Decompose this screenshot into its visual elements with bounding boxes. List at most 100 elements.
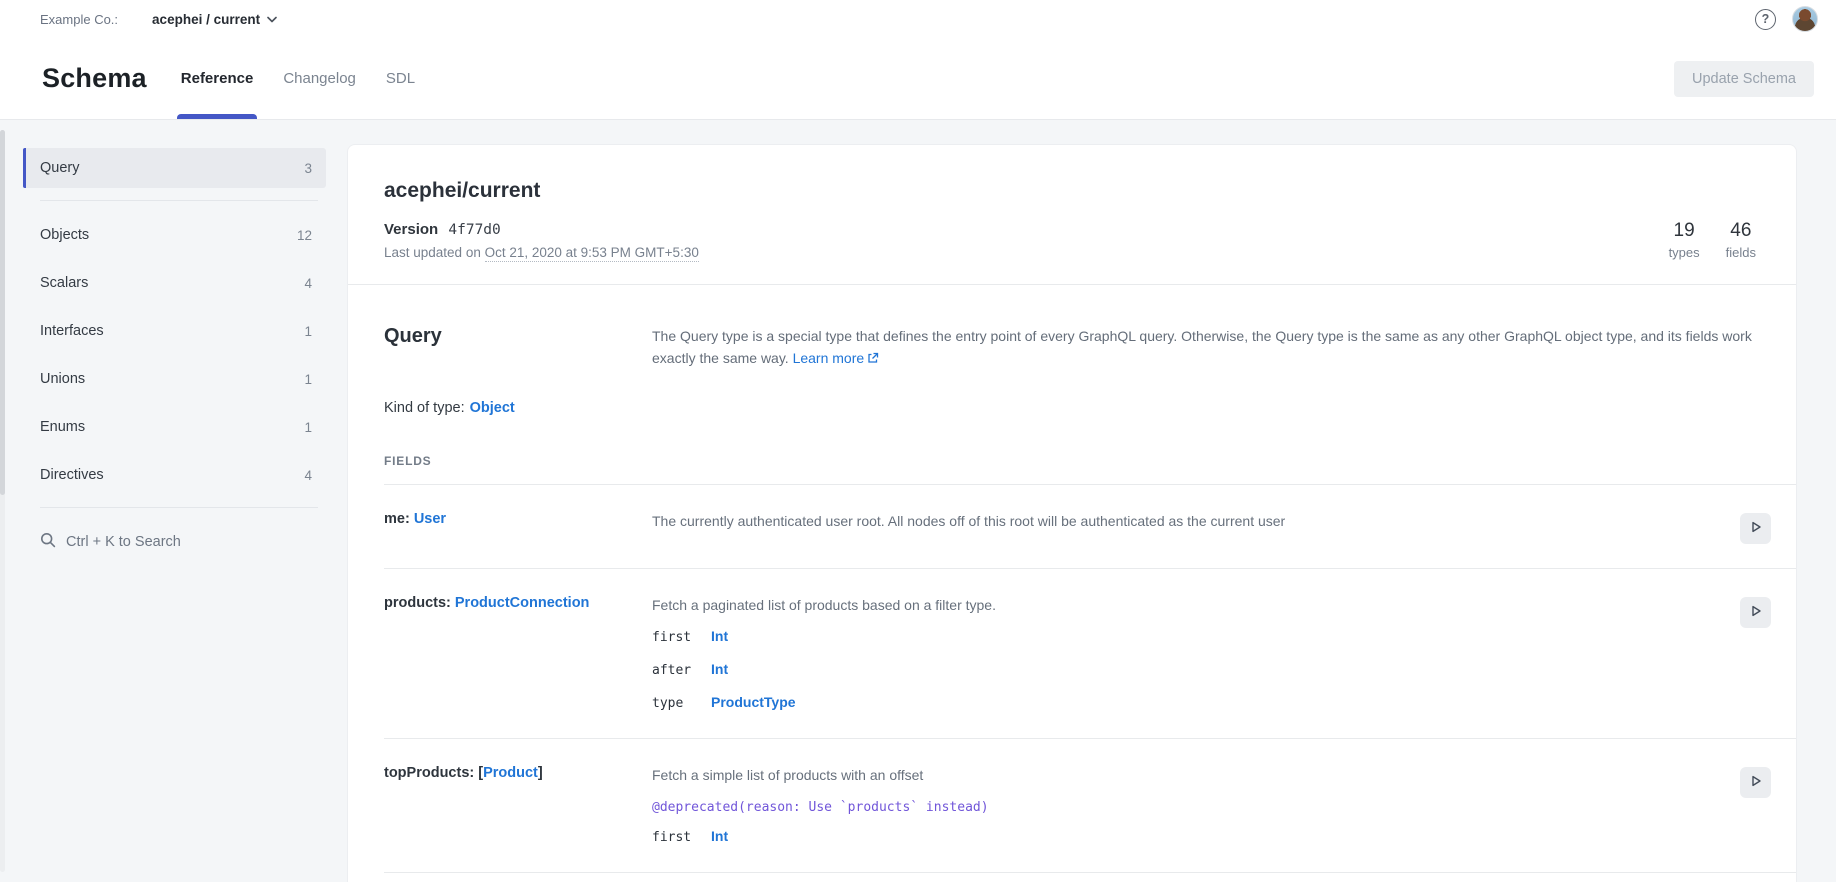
stat-fields: 46 fields: [1726, 220, 1756, 260]
schema-stats: 19 types 46 fields: [1669, 220, 1756, 260]
play-icon: [1749, 520, 1763, 537]
last-updated-line: Last updated on Oct 21, 2020 at 9:53 PM …: [384, 245, 699, 260]
field-description: The currently authenticated user root. A…: [652, 511, 1740, 531]
nav-item-label: Interfaces: [40, 323, 104, 339]
arg-row: type ProductType: [652, 694, 1740, 714]
schema-tabs: Reference Changelog SDL: [181, 38, 415, 119]
chevron-down-icon: [267, 10, 277, 28]
tab-changelog[interactable]: Changelog: [283, 38, 356, 119]
graph-title: acephei/current: [384, 179, 699, 203]
graph-picker-value: acephei / current: [152, 12, 260, 27]
top-bar: Example Co.: acephei / current ?: [0, 0, 1836, 38]
nav-item-count: 1: [304, 372, 312, 387]
stat-value: 46: [1726, 220, 1756, 242]
tab-sdl[interactable]: SDL: [386, 38, 415, 119]
field-type-link[interactable]: Product: [483, 765, 538, 781]
page-header: Schema Reference Changelog SDL Update Sc…: [0, 38, 1836, 120]
field-row-topproducts: topProducts: [Product] Fetch a simple li…: [384, 738, 1796, 872]
org-label: Example Co.:: [40, 12, 118, 27]
sidebar-item-query[interactable]: Query 3: [23, 148, 326, 188]
nav-item-count: 1: [304, 324, 312, 339]
tab-reference[interactable]: Reference: [181, 38, 254, 119]
type-nav-sidebar: Query 3 Objects 12 Scalars 4 Interfaces …: [23, 120, 326, 882]
field-args: first Int: [652, 828, 1740, 848]
sidebar-item-directives[interactable]: Directives 4: [23, 451, 326, 499]
arg-type-link[interactable]: ProductType: [711, 694, 796, 710]
graph-summary-header: acephei/current Version 4f77d0 Last upda…: [348, 145, 1796, 284]
learn-more-link[interactable]: Learn more: [793, 350, 865, 366]
nav-item-label: Scalars: [40, 275, 88, 291]
arg-name: after: [652, 663, 711, 678]
content-area: Query 3 Objects 12 Scalars 4 Interfaces …: [0, 120, 1836, 882]
kind-label: Kind of type:: [384, 400, 465, 416]
version-hash: 4f77d0: [448, 222, 500, 238]
schema-reference-card: acephei/current Version 4f77d0 Last upda…: [347, 144, 1797, 882]
last-updated-prefix: Last updated on: [384, 245, 485, 260]
run-query-button[interactable]: [1740, 513, 1771, 544]
sidebar-item-enums[interactable]: Enums 1: [23, 403, 326, 451]
arg-row: after Int: [652, 661, 1740, 681]
field-signature: products: ProductConnection: [384, 595, 652, 714]
field-description: Fetch a paginated list of products based…: [652, 595, 1740, 615]
field-row-me: me: User The currently authenticated use…: [384, 484, 1796, 568]
stat-value: 19: [1669, 220, 1700, 242]
arg-type-link[interactable]: Int: [711, 828, 728, 844]
stat-label: fields: [1726, 245, 1756, 260]
scrollbar-thumb[interactable]: [0, 130, 5, 495]
nav-item-count: 4: [304, 276, 312, 291]
field-name: products:: [384, 595, 451, 611]
nav-item-label: Objects: [40, 227, 89, 243]
divider: [384, 872, 1796, 873]
user-avatar[interactable]: [1792, 6, 1818, 32]
play-icon: [1749, 604, 1763, 621]
search-trigger[interactable]: Ctrl + K to Search: [23, 518, 326, 566]
run-query-button[interactable]: [1740, 597, 1771, 628]
arg-type-link[interactable]: Int: [711, 628, 728, 644]
sidebar-item-scalars[interactable]: Scalars 4: [23, 259, 326, 307]
divider: [40, 507, 318, 508]
version-label: Version: [384, 221, 438, 238]
search-hint-label: Ctrl + K to Search: [66, 534, 181, 550]
nav-item-label: Directives: [40, 467, 104, 483]
field-details: The currently authenticated user root. A…: [652, 511, 1740, 544]
graph-picker-dropdown[interactable]: acephei / current: [152, 10, 277, 28]
stat-types: 19 types: [1669, 220, 1700, 260]
arg-name: first: [652, 830, 711, 845]
field-description: Fetch a simple list of products with an …: [652, 765, 1740, 785]
field-args: first Int after Int type ProductType: [652, 628, 1740, 714]
field-row-products: products: ProductConnection Fetch a pagi…: [384, 568, 1796, 738]
field-signature: topProducts: [Product]: [384, 765, 652, 848]
version-line: Version 4f77d0: [384, 221, 699, 238]
field-name: topProducts:: [384, 765, 474, 781]
field-signature: me: User: [384, 511, 652, 544]
external-link-icon: [867, 348, 879, 370]
sidebar-item-interfaces[interactable]: Interfaces 1: [23, 307, 326, 355]
nav-item-count: 4: [304, 468, 312, 483]
help-icon[interactable]: ?: [1755, 9, 1776, 30]
topbar-actions: ?: [1755, 6, 1818, 32]
run-query-button[interactable]: [1740, 767, 1771, 798]
field-type-link[interactable]: ProductConnection: [455, 595, 590, 611]
graph-summary-left: acephei/current Version 4f77d0 Last upda…: [384, 179, 699, 260]
divider: [40, 200, 318, 201]
field-details: Fetch a simple list of products with an …: [652, 765, 1740, 848]
sidebar-item-unions[interactable]: Unions 1: [23, 355, 326, 403]
type-description: The Query type is a special type that de…: [652, 325, 1752, 370]
nav-item-label: Enums: [40, 419, 85, 435]
nav-item-count: 3: [304, 161, 312, 176]
kind-of-type-line: Kind of type: Object: [384, 400, 1756, 416]
search-icon: [40, 532, 56, 552]
play-icon: [1749, 774, 1763, 791]
bracket-close: ]: [538, 765, 543, 781]
kind-value-link[interactable]: Object: [470, 400, 515, 416]
type-name-heading: Query: [384, 325, 652, 370]
stat-label: types: [1669, 245, 1700, 260]
update-schema-button[interactable]: Update Schema: [1674, 61, 1814, 97]
deprecated-annotation: @deprecated(reason: Use `products` inste…: [652, 800, 1740, 815]
left-scrollbar[interactable]: [0, 130, 5, 872]
field-name: me:: [384, 511, 410, 527]
field-type-link[interactable]: User: [414, 511, 446, 527]
arg-type-link[interactable]: Int: [711, 661, 728, 677]
fields-section-label: FIELDS: [384, 454, 1756, 484]
sidebar-item-objects[interactable]: Objects 12: [23, 211, 326, 259]
